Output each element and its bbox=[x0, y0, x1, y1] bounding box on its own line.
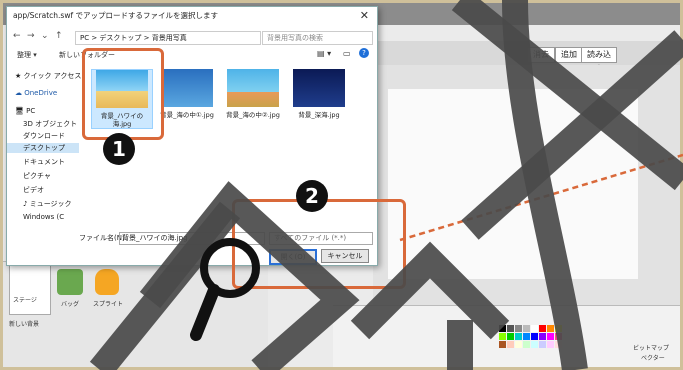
color-swatch[interactable] bbox=[555, 325, 562, 332]
close-icon[interactable]: ✕ bbox=[360, 9, 369, 22]
sidebar-item-videos[interactable]: ビデオ bbox=[23, 185, 44, 195]
color-swatch[interactable] bbox=[507, 333, 514, 340]
color-swatch[interactable] bbox=[507, 325, 514, 332]
help-icon[interactable]: ? bbox=[359, 48, 369, 58]
stage-label: ステージ bbox=[13, 297, 37, 304]
file-name: 背景_海の中②.jpg bbox=[226, 111, 280, 119]
image-thumbnail bbox=[227, 69, 279, 107]
step-badge-2: 2 bbox=[296, 180, 328, 212]
organize-menu[interactable]: 整理 ▾ bbox=[17, 50, 37, 60]
file-name: 背景_深海.jpg bbox=[298, 111, 340, 119]
color-swatch[interactable] bbox=[515, 341, 522, 348]
color-swatch[interactable] bbox=[523, 325, 530, 332]
back-arrow-icon[interactable]: ← bbox=[13, 31, 21, 41]
sidebar-item-windows-c[interactable]: Windows (C bbox=[23, 213, 64, 221]
file-item-sea-2[interactable]: 背景_海の中②.jpg bbox=[223, 69, 283, 119]
color-swatch[interactable] bbox=[531, 341, 538, 348]
sidebar-item-documents[interactable]: ドキュメント bbox=[23, 157, 65, 167]
file-item-deep-sea[interactable]: 背景_深海.jpg bbox=[289, 69, 349, 119]
sidebar-item-music[interactable]: ♪ ミュージック bbox=[23, 199, 72, 209]
sidebar-item-quick-access[interactable]: ★ クイック アクセス bbox=[15, 71, 81, 81]
highlight-box-2 bbox=[232, 199, 406, 289]
import-button[interactable]: 読み込み bbox=[581, 47, 617, 73]
preview-pane-icon[interactable]: ▭ bbox=[343, 49, 351, 58]
color-swatch[interactable] bbox=[555, 341, 562, 348]
bitmap-mode-label: ビットマップ bbox=[633, 345, 670, 352]
cat-sprite-icon[interactable] bbox=[95, 269, 119, 295]
sidebar-item-3d-objects[interactable]: 3D オブジェクト bbox=[23, 119, 77, 129]
sidebar-item-pictures[interactable]: ピクチャ bbox=[23, 171, 51, 181]
vector-mode-button[interactable]: ベクター bbox=[641, 353, 665, 362]
step-badge-1: 1 bbox=[103, 133, 135, 165]
color-swatch[interactable] bbox=[547, 341, 554, 348]
new-backdrop-label: 新しい背景 bbox=[9, 321, 40, 328]
history-chevron-icon[interactable]: ⌄ bbox=[41, 31, 49, 41]
sidebar-item-pc[interactable]: 🖥 PC bbox=[15, 107, 35, 115]
color-swatch[interactable] bbox=[555, 333, 562, 340]
color-swatch[interactable] bbox=[539, 333, 546, 340]
up-arrow-icon[interactable]: ↑ bbox=[55, 31, 63, 41]
color-swatch[interactable] bbox=[531, 333, 538, 340]
color-swatch[interactable] bbox=[547, 325, 554, 332]
image-thumbnail bbox=[293, 69, 345, 107]
stage-thumbnail[interactable] bbox=[9, 265, 51, 315]
highlight-box-1 bbox=[82, 48, 164, 140]
color-swatch[interactable] bbox=[515, 325, 522, 332]
bag-sprite-icon[interactable] bbox=[57, 269, 83, 295]
file-item-sea-1[interactable]: 背景_海の中①.jpg bbox=[157, 69, 217, 119]
image-thumbnail bbox=[161, 69, 213, 107]
color-swatch[interactable] bbox=[531, 325, 538, 332]
cat-sprite-label: スプライト bbox=[93, 301, 124, 308]
address-row: ← → ⌄ ↑ PC > デスクトップ > 背景用写真 背景用写真の検索 bbox=[7, 27, 377, 47]
color-swatch[interactable] bbox=[515, 333, 522, 340]
color-swatch[interactable] bbox=[523, 341, 530, 348]
sidebar-item-downloads[interactable]: ダウンロード bbox=[23, 131, 65, 141]
file-name: 背景_海の中①.jpg bbox=[160, 111, 214, 119]
color-swatch[interactable] bbox=[547, 333, 554, 340]
color-swatch[interactable] bbox=[499, 341, 506, 348]
dialog-title: app/Scratch.swf でアップロードするファイルを選択します bbox=[7, 7, 377, 25]
navigation-pane: ★ クイック アクセス ☁ OneDrive 🖥 PC 3D オブジェクト ダウ… bbox=[7, 67, 81, 227]
add-button[interactable]: 追加 bbox=[555, 47, 583, 63]
search-input[interactable]: 背景用写真の検索 bbox=[262, 31, 373, 45]
address-bar[interactable]: PC > デスクトップ > 背景用写真 bbox=[75, 31, 261, 45]
paint-canvas[interactable] bbox=[388, 89, 638, 279]
color-swatch[interactable] bbox=[499, 325, 506, 332]
clear-button[interactable]: 消去 bbox=[527, 47, 555, 63]
color-swatch[interactable] bbox=[499, 333, 506, 340]
color-swatch[interactable] bbox=[539, 325, 546, 332]
forward-arrow-icon[interactable]: → bbox=[27, 31, 35, 41]
dialog-toolbar: 整理 ▾ 新しいフォルダー ▤ ▾ ▭ ? bbox=[7, 47, 377, 63]
bag-sprite-label: バッグ bbox=[61, 301, 80, 308]
view-options-icon[interactable]: ▤ ▾ bbox=[317, 49, 331, 58]
color-swatch[interactable] bbox=[539, 341, 546, 348]
color-swatch[interactable] bbox=[523, 333, 530, 340]
sidebar-item-desktop[interactable]: デスクトップ bbox=[7, 143, 79, 153]
sidebar-item-onedrive[interactable]: ☁ OneDrive bbox=[15, 89, 57, 97]
color-swatch[interactable] bbox=[507, 341, 514, 348]
